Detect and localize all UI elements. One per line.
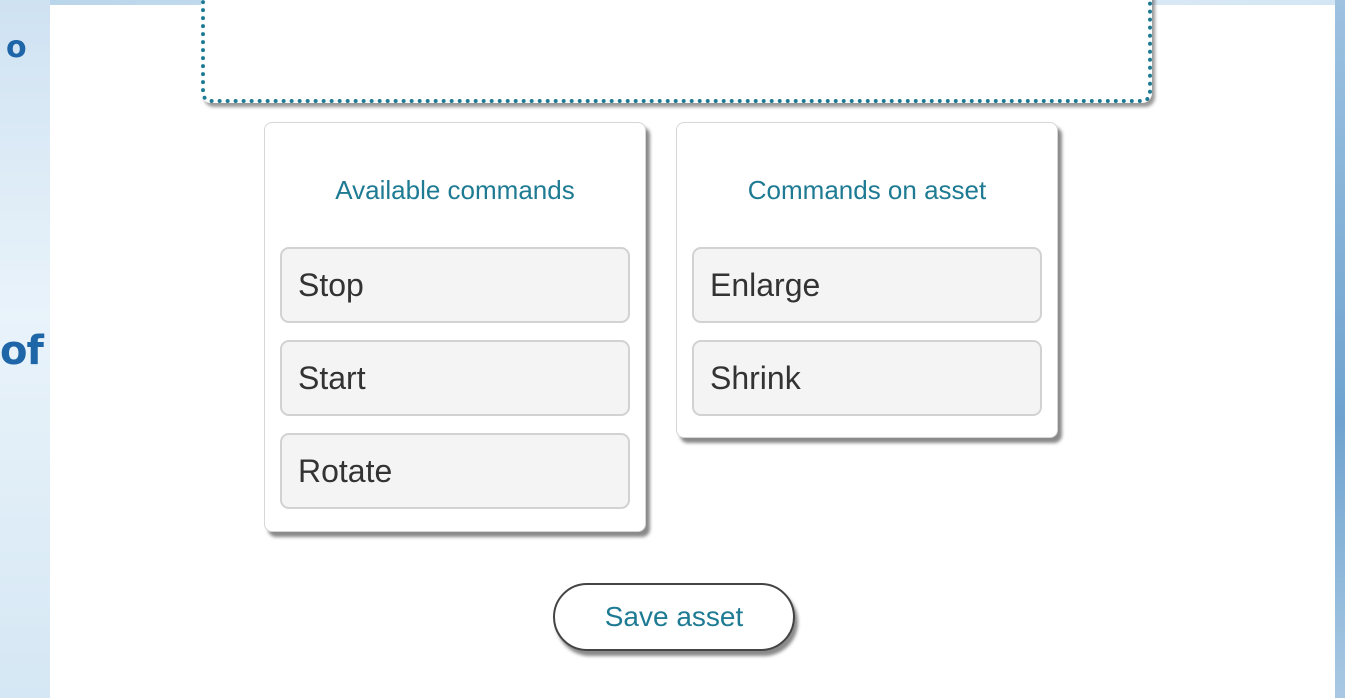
command-item-shrink[interactable]: Shrink (692, 340, 1042, 416)
save-asset-button[interactable]: Save asset (553, 583, 795, 651)
available-commands-title: Available commands (335, 175, 575, 205)
asset-drop-zone[interactable] (201, 0, 1152, 103)
commands-on-asset-title: Commands on asset (747, 175, 987, 205)
background-text-fragment-top: o (6, 30, 27, 65)
available-commands-box: Available commands Stop Start Rotate (264, 122, 646, 532)
asset-editor-panel: Available commands Stop Start Rotate Com… (50, 0, 1335, 698)
background-slide-right (1335, 0, 1345, 698)
command-item-rotate[interactable]: Rotate (280, 433, 630, 509)
commands-on-asset-box: Commands on asset Enlarge Shrink (676, 122, 1058, 438)
background-slide-left: o of (0, 0, 50, 698)
command-item-stop[interactable]: Stop (280, 247, 630, 323)
command-item-start[interactable]: Start (280, 340, 630, 416)
command-item-enlarge[interactable]: Enlarge (692, 247, 1042, 323)
background-text-fragment-middle: of (0, 328, 44, 374)
